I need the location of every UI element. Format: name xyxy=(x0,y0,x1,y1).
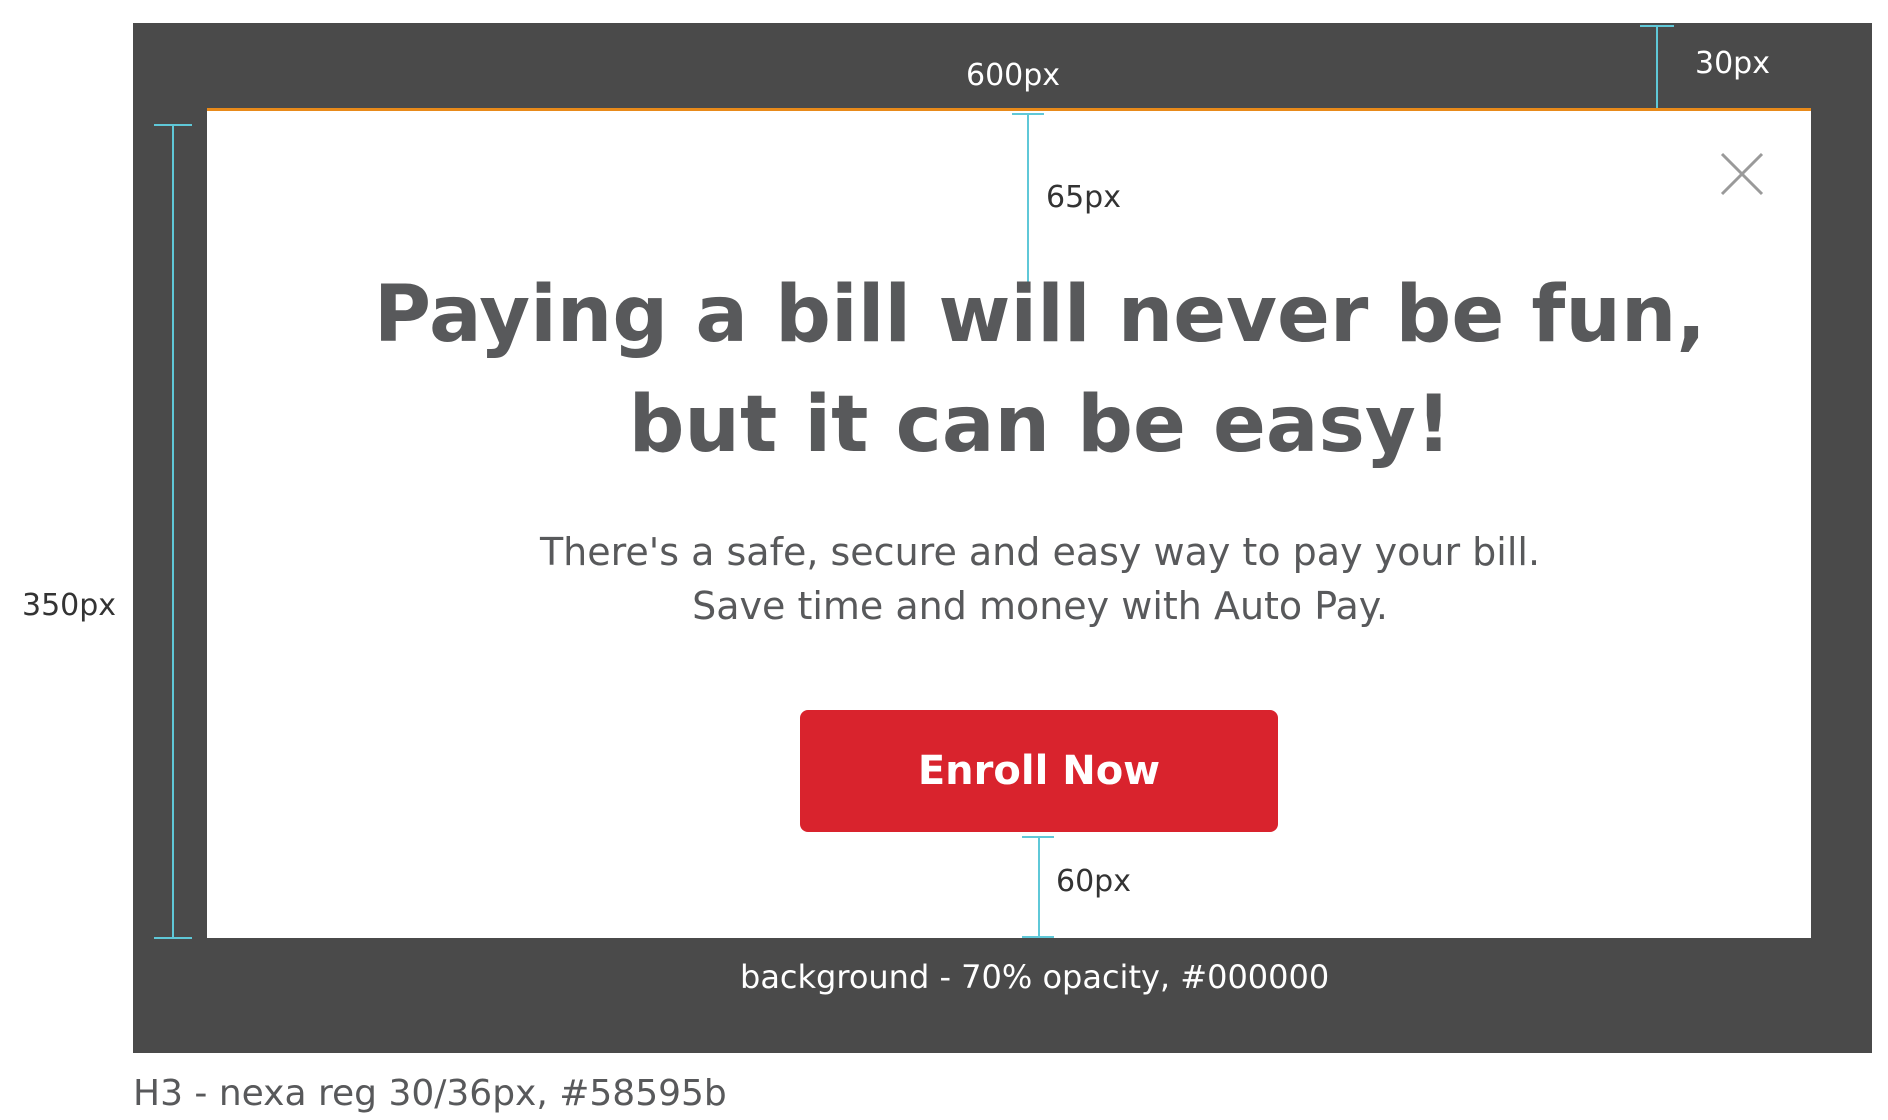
top-offset-dimension-cap-top xyxy=(1640,25,1674,27)
top-offset-dimension-line xyxy=(1656,25,1658,110)
height-dimension-label: 350px xyxy=(22,588,117,623)
close-button[interactable] xyxy=(1718,150,1766,198)
width-dimension-label: 600px xyxy=(966,58,1061,93)
bottom-padding-dimension-cap-top xyxy=(1022,836,1054,838)
bottom-padding-dimension-label: 60px xyxy=(1056,864,1131,899)
background-spec-caption: background - 70% opacity, #000000 xyxy=(740,958,1330,996)
top-offset-dimension-label: 30px xyxy=(1695,46,1770,81)
body-line-1: There's a safe, secure and easy way to p… xyxy=(539,530,1541,574)
headline-line-2: but it can be easy! xyxy=(628,380,1452,470)
close-icon xyxy=(1720,152,1764,196)
modal-headline: Paying a bill will never be fun, but it … xyxy=(300,260,1780,480)
height-dimension-cap-bottom xyxy=(154,937,192,939)
bottom-padding-dimension-line xyxy=(1038,836,1040,938)
top-padding-dimension-cap-top xyxy=(1012,113,1044,115)
height-dimension-cap-top xyxy=(154,124,192,126)
body-line-2: Save time and money with Auto Pay. xyxy=(692,584,1388,628)
enroll-now-button[interactable]: Enroll Now xyxy=(800,710,1278,832)
modal-body-text: There's a safe, secure and easy way to p… xyxy=(400,525,1680,633)
top-padding-dimension-label: 65px xyxy=(1046,180,1121,215)
height-dimension-line xyxy=(172,124,174,939)
typography-spec-caption: H3 - nexa reg 30/36px, #58595b xyxy=(133,1073,727,1114)
bottom-padding-dimension-cap-bottom xyxy=(1022,936,1054,938)
headline-line-1: Paying a bill will never be fun, xyxy=(373,270,1707,360)
